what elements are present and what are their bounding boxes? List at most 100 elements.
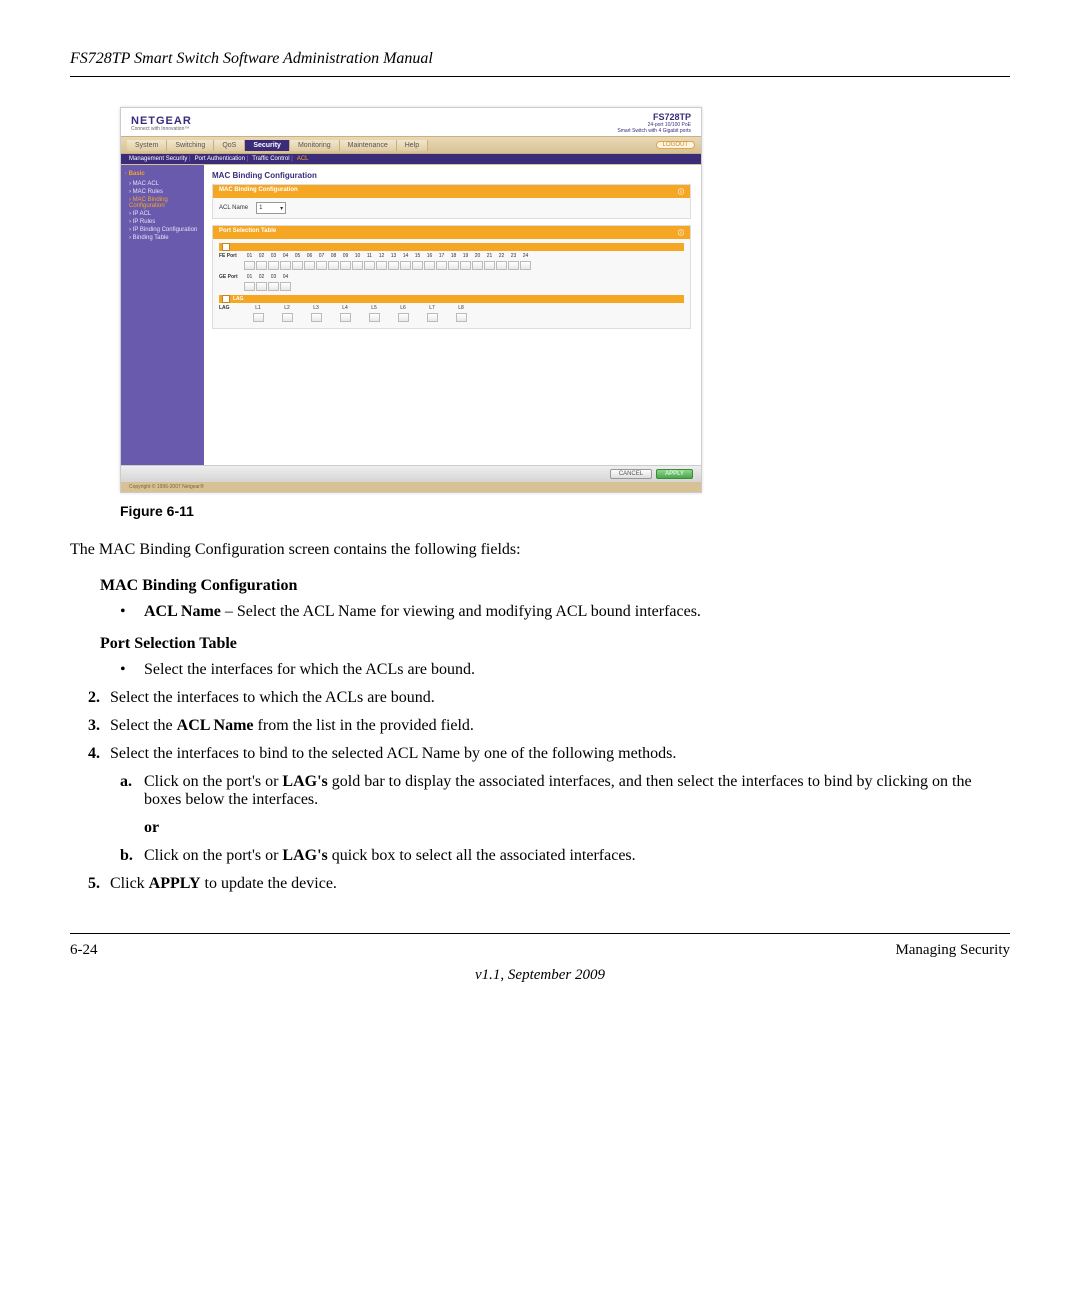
tab-monitoring[interactable]: Monitoring [290,140,340,151]
fe-port-checkbox[interactable] [460,261,471,270]
lag-bar-label: LAG [233,296,244,302]
lag-checkbox[interactable] [340,313,351,322]
page-title: MAC Binding Configuration [212,171,691,180]
step-3: 3. Select the ACL Name from the list in … [70,717,1010,735]
lag-checkbox[interactable] [311,313,322,322]
lag-checkbox[interactable] [253,313,264,322]
fe-port-checkbox[interactable] [436,261,447,270]
acl-name-value: 1 [259,205,262,211]
fe-port-checkbox[interactable] [484,261,495,270]
fe-port-checkbox[interactable] [400,261,411,270]
step-4a: a. Click on the port's or LAG's gold bar… [120,773,1010,809]
acl-name-select[interactable]: 1 ▾ [256,202,286,214]
fe-port-checkbox[interactable] [328,261,339,270]
embedded-screenshot: NETGEAR Connect with Innovation™ FS728TP… [120,107,702,493]
help-icon[interactable]: ⓘ [678,228,684,237]
intro-text: The MAC Binding Configuration screen con… [70,539,1010,561]
brand-logo: NETGEAR [131,115,192,127]
fe-port-checkbox[interactable] [256,261,267,270]
action-bar: CANCEL APPLY [121,465,701,482]
fe-port-boxes [219,261,684,270]
lag-checkbox[interactable] [369,313,380,322]
apply-button[interactable]: APPLY [656,469,693,479]
fe-port-checkbox[interactable] [340,261,351,270]
step-4: 4. Select the interfaces to bind to the … [70,745,1010,763]
tab-qos[interactable]: QoS [214,140,245,151]
lag-labels: LAG L1L2L3L4L5L6L7L8 [219,305,684,311]
ge-port-checkbox[interactable] [268,282,279,291]
fe-port-checkbox[interactable] [388,261,399,270]
fe-port-checkbox[interactable] [448,261,459,270]
sidebar-item-ip-acl[interactable]: › IP ACL [125,210,200,218]
ge-port-checkbox[interactable] [244,282,255,291]
help-icon[interactable]: ⓘ [678,187,684,196]
lag-checkbox[interactable] [282,313,293,322]
fe-port-checkbox[interactable] [280,261,291,270]
fe-port-checkbox[interactable] [352,261,363,270]
fe-port-checkbox[interactable] [472,261,483,270]
fe-port-checkbox[interactable] [292,261,303,270]
lag-checkbox[interactable] [456,313,467,322]
ge-port-labels: GE Port 01020304 [219,274,684,280]
subtab-traffic-control[interactable]: Traffic Control [252,156,293,162]
panel-port-selection-title: Port Selection Table [219,228,276,237]
version-line: v1.1, September 2009 [70,967,1010,984]
step-4b: b. Click on the port's or LAG's quick bo… [120,847,1010,865]
fe-port-checkbox[interactable] [316,261,327,270]
fe-port-checkbox[interactable] [268,261,279,270]
step-2: 2. Select the interfaces to which the AC… [70,689,1010,707]
sidebar-group-title: · Basic [125,171,200,177]
main-tabs: System Switching QoS Security Monitoring… [121,136,701,154]
fe-port-checkbox[interactable] [304,261,315,270]
tab-system[interactable]: System [127,140,167,151]
logout-button[interactable]: LOGOUT [656,141,695,149]
document-header: FS728TP Smart Switch Software Administra… [70,50,1010,77]
subtab-port-auth[interactable]: Port Authentication [195,156,249,162]
copyright-bar: Copyright © 1996-2007 Netgear® [121,482,701,492]
fe-port-gold-bar[interactable] [219,243,684,251]
model-desc-2: Smart Switch with 4 Gigabit ports [617,128,691,134]
fe-port-checkbox[interactable] [496,261,507,270]
sidebar-item-binding-table[interactable]: › Binding Table [125,234,200,242]
panel-mac-binding: MAC Binding Configuration ⓘ ACL Name 1 ▾ [212,184,691,219]
tab-help[interactable]: Help [397,140,428,151]
lag-boxes [219,313,684,322]
cancel-button[interactable]: CANCEL [610,469,652,479]
fe-port-quickbox[interactable] [222,243,230,251]
sidebar-item-mac-binding[interactable]: › MAC Binding Configuration [125,196,200,210]
body-area: · Basic › MAC ACL › MAC Rules › MAC Bind… [121,164,701,465]
tab-security[interactable]: Security [245,140,290,151]
subtab-mgmt-security[interactable]: Management Security [129,156,191,162]
panel-mac-binding-body: ACL Name 1 ▾ [213,198,690,218]
port-selection-body: FE Port 01020304050607080910111213141516… [213,239,690,328]
bullet-acl-name: • ACL Name – Select the ACL Name for vie… [120,603,1010,621]
lag-quickbox[interactable] [222,295,230,303]
fe-port-checkbox[interactable] [424,261,435,270]
sidebar-item-ip-rules[interactable]: › IP Rules [125,218,200,226]
step-or: or [144,819,1010,837]
main-content: MAC Binding Configuration MAC Binding Co… [204,165,701,465]
fe-port-checkbox[interactable] [412,261,423,270]
fe-port-checkbox[interactable] [520,261,531,270]
tab-switching[interactable]: Switching [167,140,214,151]
sidebar-item-ip-binding[interactable]: › IP Binding Configuration [125,226,200,234]
lag-gold-bar[interactable]: LAG [219,295,684,303]
sub-tabs: Management Security Port Authentication … [121,154,701,164]
sidebar-item-mac-acl[interactable]: › MAC ACL [125,180,200,188]
tab-maintenance[interactable]: Maintenance [340,140,397,151]
section-name: Managing Security [895,942,1010,959]
subtab-acl[interactable]: ACL [297,156,309,162]
app-header: NETGEAR Connect with Innovation™ FS728TP… [121,108,701,136]
lag-checkbox[interactable] [427,313,438,322]
sidebar: · Basic › MAC ACL › MAC Rules › MAC Bind… [121,165,204,465]
fe-port-checkbox[interactable] [364,261,375,270]
fe-port-checkbox[interactable] [376,261,387,270]
model-block: FS728TP 24-port 10/100 PoE Smart Switch … [617,112,691,134]
lag-checkbox[interactable] [398,313,409,322]
fe-port-checkbox[interactable] [244,261,255,270]
sidebar-item-mac-rules[interactable]: › MAC Rules [125,188,200,196]
ge-port-checkbox[interactable] [280,282,291,291]
fe-port-checkbox[interactable] [508,261,519,270]
ge-port-checkbox[interactable] [256,282,267,291]
panel-mac-binding-title: MAC Binding Configuration [219,187,298,196]
